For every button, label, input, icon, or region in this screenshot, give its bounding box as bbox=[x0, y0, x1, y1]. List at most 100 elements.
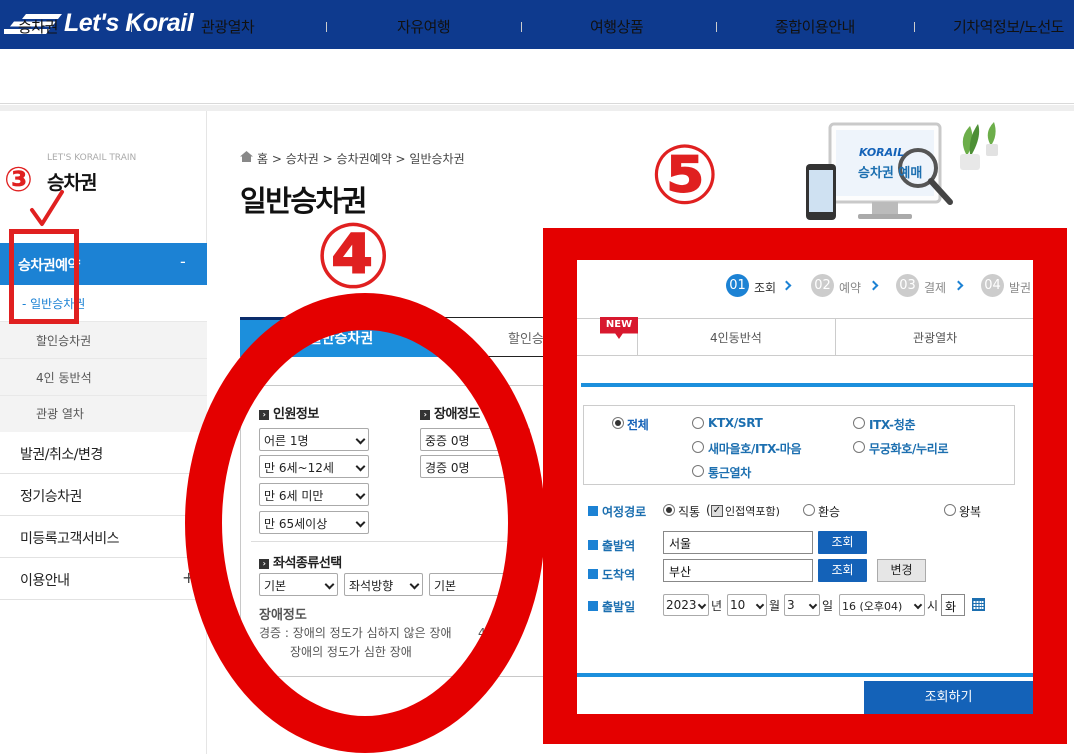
gnb-separator bbox=[131, 22, 132, 32]
sidebar-item-label: 발권/취소/변경 bbox=[20, 447, 103, 463]
year-unit: 년 bbox=[711, 599, 723, 613]
step-3-label: 결제 bbox=[924, 281, 947, 295]
radio-roundtrip-label: 왕복 bbox=[959, 505, 982, 519]
departure-head: 출발역 bbox=[588, 537, 635, 554]
hero-brand-text: KORAIL bbox=[859, 146, 905, 159]
adjacent-station-checkbox[interactable]: ✓ bbox=[711, 505, 723, 517]
sidebar-item-label: 정기승차권 bbox=[20, 489, 82, 505]
chevron-down-icon bbox=[913, 600, 923, 610]
hour-unit: 시 bbox=[927, 599, 939, 613]
gnb-tour-train[interactable]: 관광열차 bbox=[201, 16, 255, 37]
radio-transfer-label: 환승 bbox=[818, 505, 841, 519]
form-bottom-line bbox=[577, 673, 1033, 677]
section-bullet-icon bbox=[588, 601, 598, 611]
hero-caption: 승차권 예매 bbox=[858, 166, 923, 181]
gnb-travel-products[interactable]: 여행상품 bbox=[590, 16, 644, 37]
date-head: 출발일 bbox=[588, 598, 635, 615]
step-2-label: 예약 bbox=[839, 281, 862, 295]
sidebar-subitem-label: 관광 열차 bbox=[36, 407, 84, 421]
gnb-separator bbox=[716, 22, 717, 32]
ticket-search-panel: 01 조회 02 예약 03 결제 04 발권 NEW 4인동반석 관광열차 전… bbox=[577, 260, 1033, 714]
home-icon[interactable] bbox=[240, 151, 253, 162]
form-top-line bbox=[581, 383, 1033, 387]
chevron-down-icon bbox=[808, 600, 818, 610]
gnb-separator bbox=[326, 22, 327, 32]
chevron-down-icon bbox=[697, 600, 707, 610]
calendar-icon[interactable] bbox=[972, 598, 985, 611]
month-unit: 월 bbox=[769, 599, 781, 613]
collapse-icon[interactable]: - bbox=[180, 252, 186, 271]
annotation-red-circle bbox=[185, 293, 545, 753]
radio-itx-cheongchun[interactable] bbox=[853, 417, 865, 429]
adjacent-station-label: 인접역포함) bbox=[725, 505, 780, 518]
chevron-right-icon bbox=[868, 280, 879, 291]
radio-saemaeul-label: 새마을호/ITX-마음 bbox=[708, 442, 802, 456]
tab-separator bbox=[835, 318, 836, 356]
radio-commuter[interactable] bbox=[692, 465, 704, 477]
section-bullet-icon bbox=[588, 506, 598, 516]
ticket-type-tabs bbox=[577, 318, 1033, 356]
gnb-guide[interactable]: 종합이용안내 bbox=[775, 16, 855, 37]
radio-all-label: 전체 bbox=[627, 418, 649, 432]
radio-transfer[interactable] bbox=[803, 504, 815, 516]
logo-text[interactable]: Let's Korail bbox=[64, 9, 194, 38]
radio-commuter-label: 통근열차 bbox=[708, 466, 751, 480]
radio-ktx[interactable] bbox=[692, 417, 704, 429]
sidebar-eng-title: LET'S KORAIL TRAIN bbox=[47, 153, 137, 163]
weekday-field: 화 bbox=[941, 594, 965, 616]
step-3-badge: 03 bbox=[896, 274, 919, 297]
chevron-down-icon bbox=[755, 600, 765, 610]
step-2-badge: 02 bbox=[811, 274, 834, 297]
gnb-free-travel[interactable]: 자유여행 bbox=[397, 16, 451, 37]
section-bullet-icon bbox=[588, 569, 598, 579]
step-4-label: 발권 bbox=[1009, 281, 1032, 295]
step-1-label: 조회 bbox=[754, 281, 777, 295]
gnb-station-info[interactable]: 기차역정보/노선도 bbox=[953, 16, 1064, 37]
hour-select[interactable]: 16 (오후04) bbox=[839, 594, 925, 616]
section-bullet-icon bbox=[588, 540, 598, 550]
swap-station-button[interactable]: 변경 bbox=[877, 559, 926, 582]
tab-family-seat[interactable]: 4인동반석 bbox=[710, 329, 762, 346]
annotation-number-4: ④ bbox=[315, 204, 392, 309]
radio-mugunghwa[interactable] bbox=[853, 441, 865, 453]
sidebar-item-label: 이용안내 bbox=[20, 573, 70, 589]
radio-direct[interactable] bbox=[663, 504, 675, 516]
tab-label: 할인승 bbox=[508, 332, 544, 347]
global-nav bbox=[0, 49, 1074, 104]
day-unit: 일 bbox=[822, 599, 834, 613]
sidebar-subitem-tour-train[interactable] bbox=[0, 396, 207, 433]
chevron-right-icon bbox=[781, 280, 792, 291]
gnb-ticket[interactable]: 승차권 bbox=[18, 16, 58, 37]
radio-all[interactable] bbox=[612, 417, 624, 429]
gnb-separator bbox=[521, 22, 522, 32]
departure-station-input[interactable]: 서울 bbox=[663, 531, 813, 554]
radio-saemaeul[interactable] bbox=[692, 441, 704, 453]
sidebar-subitem-discount[interactable] bbox=[0, 322, 207, 359]
annotation-number-5: ⑤ bbox=[650, 128, 720, 223]
radio-direct-label: 직통 bbox=[678, 505, 701, 519]
tab-tour-train[interactable]: 관광열차 bbox=[913, 329, 957, 346]
arrival-station-input[interactable]: 부산 bbox=[663, 559, 813, 582]
departure-search-button[interactable]: 조회 bbox=[818, 531, 867, 554]
gnb-separator bbox=[914, 22, 915, 32]
sidebar-item-label: 미등록고객서비스 bbox=[20, 531, 120, 547]
annotation-red-box bbox=[9, 229, 79, 324]
month-select[interactable]: 10 bbox=[727, 594, 767, 616]
sidebar-subitem-family-seat[interactable] bbox=[0, 359, 207, 396]
day-select[interactable]: 3 bbox=[784, 594, 820, 616]
year-select[interactable]: 2023 bbox=[663, 594, 709, 616]
arrival-head: 도착역 bbox=[588, 566, 635, 583]
sidebar-subitem-label: 4인 동반석 bbox=[36, 371, 92, 385]
search-trains-button[interactable]: 조회하기 bbox=[864, 681, 1033, 714]
radio-mugunghwa-label: 무궁화호/누리로 bbox=[869, 442, 949, 456]
step-1-badge: 01 bbox=[726, 274, 749, 297]
radio-itx-cheongchun-label: ITX-청춘 bbox=[869, 418, 916, 432]
radio-roundtrip[interactable] bbox=[944, 504, 956, 516]
radio-ktx-label: KTX/SRT bbox=[708, 416, 763, 430]
arrival-search-button[interactable]: 조회 bbox=[818, 559, 867, 582]
annotation-check-icon bbox=[30, 190, 64, 226]
route-head: 여정경로 bbox=[588, 503, 646, 520]
step-4-badge: 04 bbox=[981, 274, 1004, 297]
breadcrumb: 홈 > 승차권 > 승차권예약 > 일반승차권 bbox=[257, 152, 465, 166]
chevron-right-icon bbox=[953, 280, 964, 291]
